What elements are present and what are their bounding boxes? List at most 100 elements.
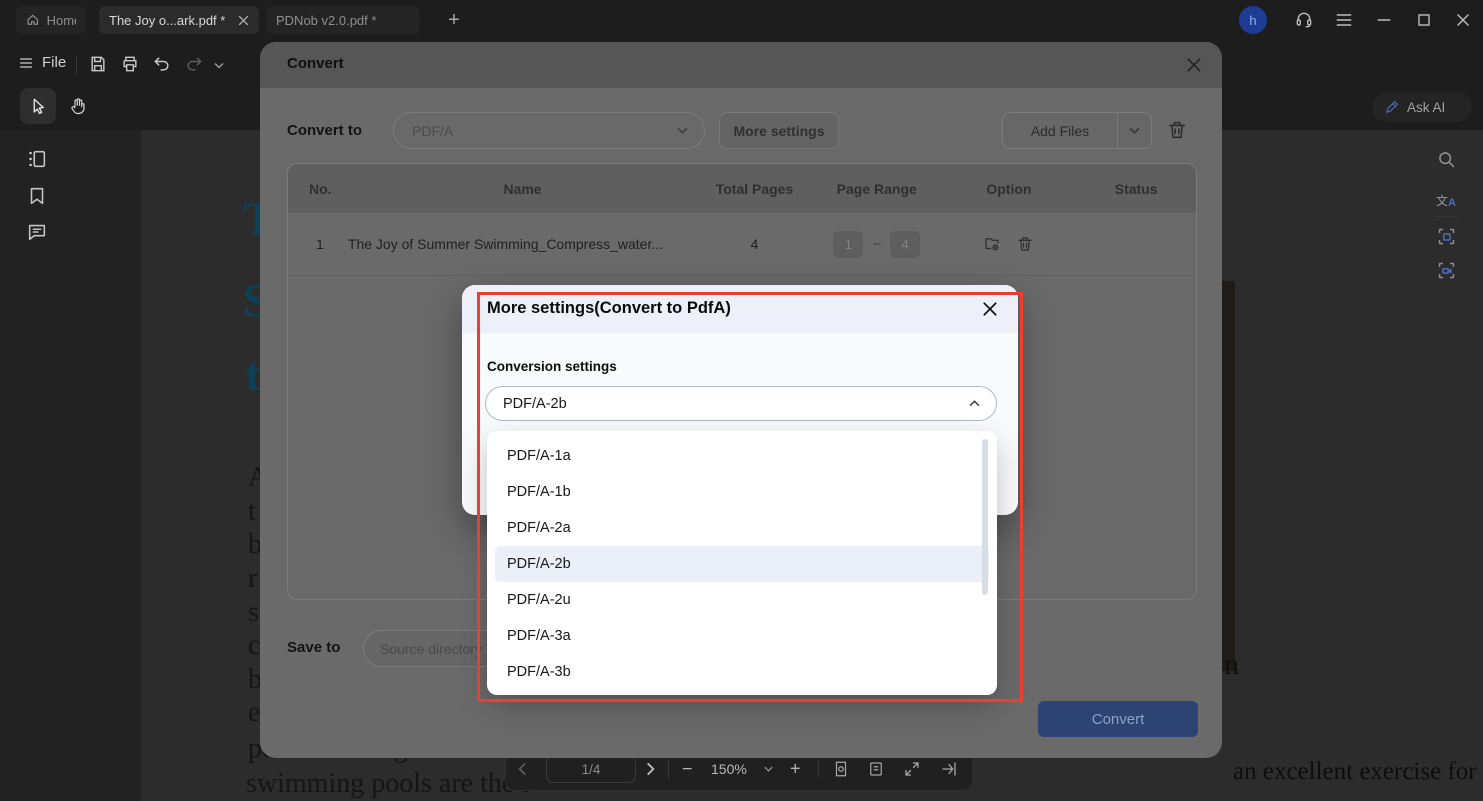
option-pdfa-3a[interactable]: PDF/A-3a xyxy=(495,618,989,654)
doc-text-fragment: swimming pools are the t xyxy=(246,768,529,800)
cursor-icon xyxy=(29,97,47,115)
clear-list-trash-icon[interactable] xyxy=(1166,119,1188,141)
thumbnails-panel-icon[interactable] xyxy=(26,148,48,170)
bookmarks-panel-icon[interactable] xyxy=(26,185,48,207)
read-mode-icon[interactable] xyxy=(832,760,850,778)
pdfa-version-dropdown: PDF/A-1a PDF/A-1b PDF/A-2a PDF/A-2b PDF/… xyxy=(487,431,997,695)
save-icon[interactable] xyxy=(88,54,108,74)
close-modal-icon[interactable] xyxy=(982,301,998,317)
file-settings-icon[interactable] xyxy=(983,235,1001,253)
save-location-value: Source directory xyxy=(380,641,482,657)
search-icon[interactable] xyxy=(1436,149,1457,170)
screenshot-crop-icon[interactable] xyxy=(1436,226,1457,247)
add-files-dropdown[interactable] xyxy=(1118,113,1151,148)
tab-document-1[interactable]: The Joy o...ark.pdf * xyxy=(99,6,259,34)
translate-icon[interactable]: 文A xyxy=(1436,188,1457,209)
screen-record-icon[interactable] xyxy=(1436,260,1457,281)
format-select[interactable]: PDF/A xyxy=(393,112,705,149)
dropdown-scrollbar[interactable] xyxy=(982,439,988,595)
delete-row-trash-icon[interactable] xyxy=(1016,235,1034,253)
doc-text-fragment: c xyxy=(248,630,260,662)
tab-document-2-label: PDNob v2.0.pdf * xyxy=(276,13,376,28)
more-settings-button[interactable]: More settings xyxy=(719,112,839,149)
range-from-input[interactable]: 1 xyxy=(833,231,863,258)
file-menu-icon xyxy=(18,55,34,71)
convert-button[interactable]: Convert xyxy=(1038,701,1198,737)
doc-text-fragment: t xyxy=(248,496,256,528)
row-options xyxy=(942,235,1077,253)
panel-toggle-icon[interactable] xyxy=(940,760,958,778)
menu-icon[interactable] xyxy=(1334,10,1354,30)
select-tool-button[interactable] xyxy=(20,88,56,124)
zoom-out-button[interactable]: − xyxy=(682,759,693,780)
doc-text-fragment: an excellent exercise for xyxy=(1233,758,1477,786)
convert-dialog-title: Convert xyxy=(287,55,344,72)
convert-dialog-header: Convert xyxy=(260,42,1222,88)
tab-document-2[interactable]: PDNob v2.0.pdf * xyxy=(266,6,420,34)
option-pdfa-1a[interactable]: PDF/A-1a xyxy=(495,438,989,474)
file-menu[interactable]: File xyxy=(18,54,66,71)
zoom-dropdown-icon[interactable] xyxy=(764,766,773,772)
doc-text-fragment: n xyxy=(1224,648,1239,682)
prev-page-icon[interactable] xyxy=(518,762,527,776)
option-pdfa-3b[interactable]: PDF/A-3b xyxy=(495,654,989,690)
rail-divider xyxy=(1434,216,1459,217)
toolbar-divider xyxy=(76,56,77,74)
undo-icon[interactable] xyxy=(152,54,172,74)
tab-document-1-label: The Joy o...ark.pdf * xyxy=(109,13,225,28)
add-files-label[interactable]: Add Files xyxy=(1003,113,1118,148)
chevron-down-icon[interactable] xyxy=(214,62,224,69)
row-number: 1 xyxy=(288,236,348,252)
tab-close-icon[interactable] xyxy=(238,15,249,26)
home-icon xyxy=(26,12,40,28)
pdfa-version-value: PDF/A-2b xyxy=(503,396,567,412)
close-window-icon[interactable] xyxy=(1453,10,1473,30)
file-table-header: No. Name Total Pages Page Range Option S… xyxy=(288,164,1196,213)
main-toolbar: File xyxy=(0,42,260,88)
zoom-level[interactable]: 150% xyxy=(711,761,747,777)
toolbar-divider xyxy=(668,760,669,778)
doc-text-fragment: s xyxy=(248,597,259,629)
col-status: Status xyxy=(1076,181,1196,197)
fullscreen-icon[interactable] xyxy=(903,760,921,778)
zoom-in-button[interactable]: + xyxy=(790,759,801,780)
pdfa-version-select[interactable]: PDF/A-2b xyxy=(485,386,997,421)
print-icon[interactable] xyxy=(120,54,140,74)
ask-ai-button[interactable]: Ask AI xyxy=(1372,92,1472,122)
row-page-range: 1 − 4 xyxy=(812,231,942,258)
avatar[interactable]: h xyxy=(1239,6,1267,34)
ask-ai-label: Ask AI xyxy=(1407,100,1445,115)
doc-text-fragment: e xyxy=(248,697,260,729)
format-select-value: PDF/A xyxy=(412,123,453,139)
next-page-icon[interactable] xyxy=(646,762,655,776)
chevron-down-icon xyxy=(1129,127,1140,134)
page-layout-icon[interactable] xyxy=(867,760,885,778)
option-pdfa-2u[interactable]: PDF/A-2u xyxy=(495,582,989,618)
close-dialog-icon[interactable] xyxy=(1186,57,1202,73)
file-menu-label: File xyxy=(42,54,66,71)
col-name: Name xyxy=(348,181,697,197)
option-pdfa-2b[interactable]: PDF/A-2b xyxy=(495,546,989,582)
option-pdfa-2a[interactable]: PDF/A-2a xyxy=(495,510,989,546)
chevron-up-icon xyxy=(969,400,980,407)
new-tab-button[interactable]: + xyxy=(441,7,467,33)
page-indicator[interactable]: 1/4 xyxy=(546,755,636,783)
minimize-icon[interactable] xyxy=(1374,10,1394,30)
row-file-name: The Joy of Summer Swimming_Compress_wate… xyxy=(348,236,697,252)
option-pdfa-1b[interactable]: PDF/A-1b xyxy=(495,474,989,510)
col-no: No. xyxy=(288,181,348,197)
modal-title: More settings(Convert to PdfA) xyxy=(487,299,731,318)
comments-panel-icon[interactable] xyxy=(26,221,48,243)
row-total-pages: 4 xyxy=(697,236,812,252)
tab-home[interactable]: Home xyxy=(16,6,86,34)
col-page-range: Page Range xyxy=(812,181,942,197)
maximize-icon[interactable] xyxy=(1414,10,1434,30)
hand-tool-button[interactable] xyxy=(60,88,96,124)
add-files-button[interactable]: Add Files xyxy=(1002,112,1152,149)
conversion-settings-label: Conversion settings xyxy=(487,359,617,374)
ask-ai-pen-icon xyxy=(1384,99,1400,115)
support-headset-icon[interactable] xyxy=(1294,10,1314,30)
toolbar-divider xyxy=(818,760,819,778)
save-to-label: Save to xyxy=(287,639,340,656)
range-to-input[interactable]: 4 xyxy=(890,231,920,258)
